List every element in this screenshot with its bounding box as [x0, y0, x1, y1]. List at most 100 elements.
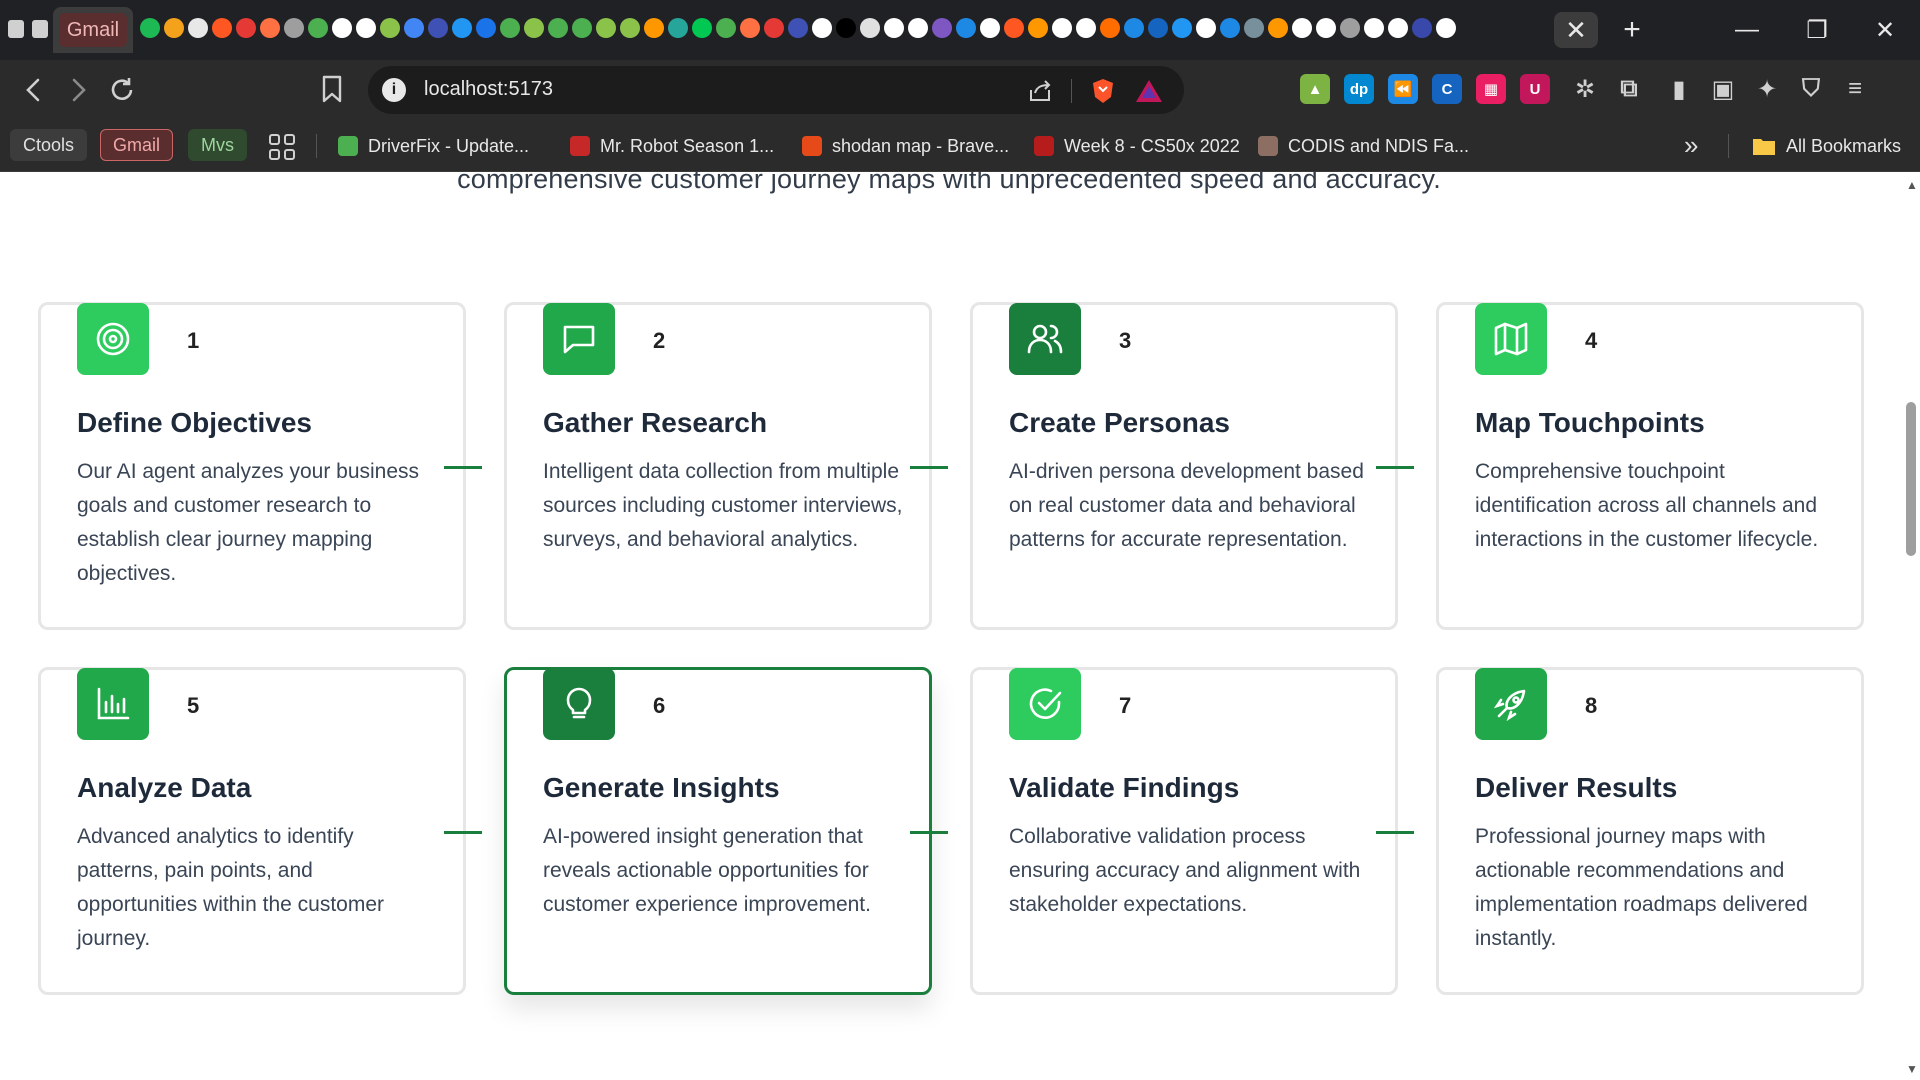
restore-button[interactable]: ❐	[1797, 12, 1837, 48]
url-text[interactable]: localhost:5173	[424, 78, 553, 101]
tab-list-icon[interactable]	[8, 20, 24, 38]
tab-favicon-icon[interactable]	[308, 18, 328, 38]
tab-favicon-icon[interactable]	[1148, 18, 1168, 38]
apps-grid-icon[interactable]	[269, 134, 295, 160]
chart-extension-icon[interactable]: ▲	[1300, 74, 1330, 104]
tab-pinned-icon[interactable]	[32, 20, 48, 38]
tab-favicon-icon[interactable]	[1412, 18, 1432, 38]
tab-favicon-icon[interactable]	[1316, 18, 1336, 38]
reload-button[interactable]	[104, 72, 140, 108]
tab-favicon-icon[interactable]	[1124, 18, 1144, 38]
tab-favicon-icon[interactable]	[140, 18, 160, 38]
all-bookmarks-button[interactable]: All Bookmarks	[1752, 132, 1901, 160]
reader-icon[interactable]: ⧉	[1614, 74, 1644, 104]
tab-favicon-icon[interactable]	[1388, 18, 1408, 38]
tab-gmail[interactable]: Gmail	[53, 7, 133, 53]
new-tab-button[interactable]: +	[1614, 12, 1650, 48]
step-card[interactable]: 4 Map Touchpoints Comprehensive touchpoint…	[1436, 302, 1864, 630]
tab-favicon-icon[interactable]	[668, 18, 688, 38]
tab-favicon-icon[interactable]	[1028, 18, 1048, 38]
tab-favicon-icon[interactable]	[860, 18, 880, 38]
tab-favicon-icon[interactable]	[1292, 18, 1312, 38]
c-extension-icon[interactable]: C	[1432, 74, 1462, 104]
tab-favicon-icon[interactable]	[332, 18, 352, 38]
tab-favicon-icon[interactable]	[572, 18, 592, 38]
brave-shields-icon[interactable]	[1090, 77, 1116, 105]
tab-favicon-icon[interactable]	[500, 18, 520, 38]
tab-favicon-icon[interactable]	[524, 18, 544, 38]
tab-favicon-icon[interactable]	[716, 18, 736, 38]
tab-favicon-icon[interactable]	[956, 18, 976, 38]
step-card[interactable]: 1 Define Objectives Our AI agent analyzes …	[38, 302, 466, 630]
dp-extension-icon[interactable]: dp	[1344, 74, 1374, 104]
tab-favicon-icon[interactable]	[980, 18, 1000, 38]
sidebar-icon[interactable]: ▮	[1664, 74, 1694, 104]
share-icon[interactable]	[1027, 78, 1053, 104]
rewind-extension-icon[interactable]: ⏪	[1388, 74, 1418, 104]
tab-favicon-icon[interactable]	[1220, 18, 1240, 38]
tab-close-button[interactable]: ✕	[1554, 12, 1598, 48]
bookmark-folder-gmail[interactable]: Gmail	[100, 129, 174, 161]
tab-favicon-icon[interactable]	[188, 18, 208, 38]
tab-favicon-icon[interactable]	[908, 18, 928, 38]
step-card[interactable]: 8 Deliver Results Professional journey map…	[1436, 667, 1864, 995]
step-card[interactable]: 6 Generate Insights AI-powered insight gen…	[504, 667, 932, 995]
tab-favicon-icon[interactable]	[812, 18, 832, 38]
tab-favicon-icon[interactable]	[1052, 18, 1072, 38]
bookmark-item[interactable]: shodan map - Brave...	[802, 132, 1009, 160]
grid-extension-icon[interactable]: ▦	[1476, 74, 1506, 104]
brave-rewards-icon[interactable]	[1134, 78, 1164, 104]
u-extension-icon[interactable]: U	[1520, 74, 1550, 104]
bookmark-item[interactable]: DriverFix - Update...	[338, 132, 529, 160]
tab-favicon-icon[interactable]	[932, 18, 952, 38]
forward-button[interactable]	[60, 72, 96, 108]
wallet-icon[interactable]: ▣	[1708, 74, 1738, 104]
scroll-down-arrow-icon[interactable]: ▼	[1906, 1062, 1918, 1076]
back-button[interactable]	[16, 72, 52, 108]
tab-favicon-icon[interactable]	[1364, 18, 1384, 38]
bookmark-folder-mvs[interactable]: Mvs	[188, 129, 247, 161]
tab-favicon-icon[interactable]	[1100, 18, 1120, 38]
window-close-button[interactable]: ✕	[1865, 12, 1905, 48]
tab-favicon-icon[interactable]	[1172, 18, 1192, 38]
tab-favicon-icon[interactable]	[1196, 18, 1216, 38]
tab-favicon-icon[interactable]	[692, 18, 712, 38]
tab-favicon-icon[interactable]	[740, 18, 760, 38]
tab-favicon-icon[interactable]	[212, 18, 232, 38]
tab-favicon-icon[interactable]	[1268, 18, 1288, 38]
step-card[interactable]: 5 Analyze Data Advanced analytics to ident…	[38, 667, 466, 995]
minimize-button[interactable]: —	[1727, 12, 1767, 48]
vpn-shield-icon[interactable]: ⛉	[1796, 74, 1826, 104]
site-info-icon[interactable]: i	[382, 78, 406, 102]
tab-favicon-icon[interactable]	[620, 18, 640, 38]
tab-favicon-icon[interactable]	[260, 18, 280, 38]
tab-favicon-icon[interactable]	[884, 18, 904, 38]
tab-favicon-icon[interactable]	[452, 18, 472, 38]
tab-favicon-icon[interactable]	[596, 18, 616, 38]
bookmark-item[interactable]: CODIS and NDIS Fa...	[1258, 132, 1469, 160]
tab-favicon-icon[interactable]	[1076, 18, 1096, 38]
tab-favicon-icon[interactable]	[428, 18, 448, 38]
address-bar[interactable]: i localhost:5173	[368, 66, 1184, 114]
tab-favicon-icon[interactable]	[236, 18, 256, 38]
tab-favicon-icon[interactable]	[764, 18, 784, 38]
tab-favicon-icon[interactable]	[1004, 18, 1024, 38]
page-scrollbar[interactable]: ▲ ▼	[1902, 172, 1920, 1080]
bookmark-item[interactable]: Week 8 - CS50x 2022	[1034, 132, 1240, 160]
bookmark-item[interactable]: Mr. Robot Season 1...	[570, 132, 774, 160]
bookmark-page-button[interactable]	[320, 74, 350, 106]
leo-ai-icon[interactable]: ✦	[1752, 74, 1782, 104]
tab-favicon-icon[interactable]	[1340, 18, 1360, 38]
scroll-up-arrow-icon[interactable]: ▲	[1906, 178, 1918, 192]
tab-favicon-icon[interactable]	[1244, 18, 1264, 38]
tab-favicon-icon[interactable]	[1436, 18, 1456, 38]
step-card[interactable]: 3 Create Personas AI-driven persona develo…	[970, 302, 1398, 630]
tab-favicon-icon[interactable]	[164, 18, 184, 38]
tab-favicon-icon[interactable]	[644, 18, 664, 38]
tab-favicon-icon[interactable]	[380, 18, 400, 38]
step-card[interactable]: 2 Gather Research Intelligent data collect…	[504, 302, 932, 630]
tab-favicon-icon[interactable]	[356, 18, 376, 38]
menu-icon[interactable]: ≡	[1840, 74, 1870, 104]
tab-favicon-icon[interactable]	[836, 18, 856, 38]
puzzle-extensions-icon[interactable]: ✲	[1570, 74, 1600, 104]
